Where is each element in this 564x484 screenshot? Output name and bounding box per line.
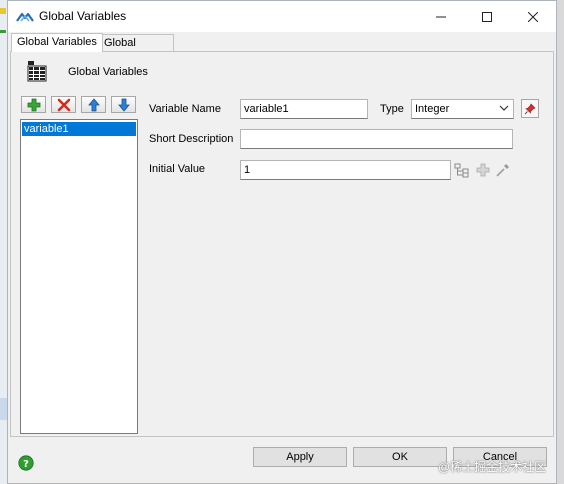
variable-name-field[interactable]	[240, 99, 368, 119]
global-variables-panel: Global Variables variable1 Variable Name	[10, 51, 554, 437]
close-button[interactable]	[510, 1, 556, 32]
close-icon	[528, 11, 538, 22]
minimize-icon	[436, 16, 446, 17]
green-plus-icon	[27, 98, 40, 111]
help-icon[interactable]: ?	[18, 455, 34, 471]
variable-list[interactable]: variable1	[20, 119, 138, 434]
list-item[interactable]: variable1	[22, 122, 136, 136]
delete-variable-button[interactable]	[51, 96, 76, 113]
app-logo-icon	[16, 12, 34, 22]
add-variable-button[interactable]	[21, 96, 46, 113]
global-variables-dialog: Global Variables Global Variables Global…	[7, 0, 557, 484]
chevron-down-icon	[499, 105, 509, 111]
background-yellow-marker	[0, 8, 6, 14]
tab-global-variables[interactable]: Global Variables	[11, 33, 103, 52]
initial-value-field[interactable]	[240, 160, 451, 180]
svg-text:?: ?	[23, 459, 29, 470]
initial-value-label: Initial Value	[149, 163, 206, 175]
short-description-label: Short Description	[149, 133, 234, 145]
move-down-button[interactable]	[111, 96, 136, 113]
watermark-text: @稀土掘金技术社区	[438, 460, 547, 474]
tab-strip: Global Variables Global Macros	[8, 32, 556, 65]
type-select[interactable]: Integer	[411, 99, 514, 119]
maximize-icon	[482, 11, 492, 22]
type-select-value: Integer	[415, 103, 450, 115]
pin-button[interactable]	[521, 99, 539, 118]
pushpin-icon	[524, 102, 536, 114]
minimize-button[interactable]	[418, 1, 464, 32]
blue-down-arrow-icon	[117, 98, 130, 112]
variable-name-label: Variable Name	[149, 103, 221, 115]
background-green-marker	[0, 30, 6, 33]
panel-heading: Global Variables	[68, 66, 148, 78]
window-title: Global Variables	[39, 9, 127, 23]
red-x-icon	[57, 98, 70, 111]
ok-button[interactable]: OK	[353, 447, 447, 467]
move-up-button[interactable]	[81, 96, 106, 113]
title-bar[interactable]: Global Variables	[8, 1, 556, 32]
grid-table-icon	[27, 61, 47, 82]
plus-icon[interactable]	[475, 162, 491, 178]
type-label: Type	[380, 103, 404, 115]
blue-up-arrow-icon	[87, 97, 100, 111]
tab-global-macros[interactable]: Global Macros	[98, 34, 174, 65]
short-description-field[interactable]	[240, 129, 513, 149]
maximize-button[interactable]	[464, 1, 510, 32]
eyedropper-icon[interactable]	[495, 162, 511, 178]
tree-browse-icon[interactable]	[454, 162, 470, 178]
apply-button[interactable]: Apply	[253, 447, 347, 467]
